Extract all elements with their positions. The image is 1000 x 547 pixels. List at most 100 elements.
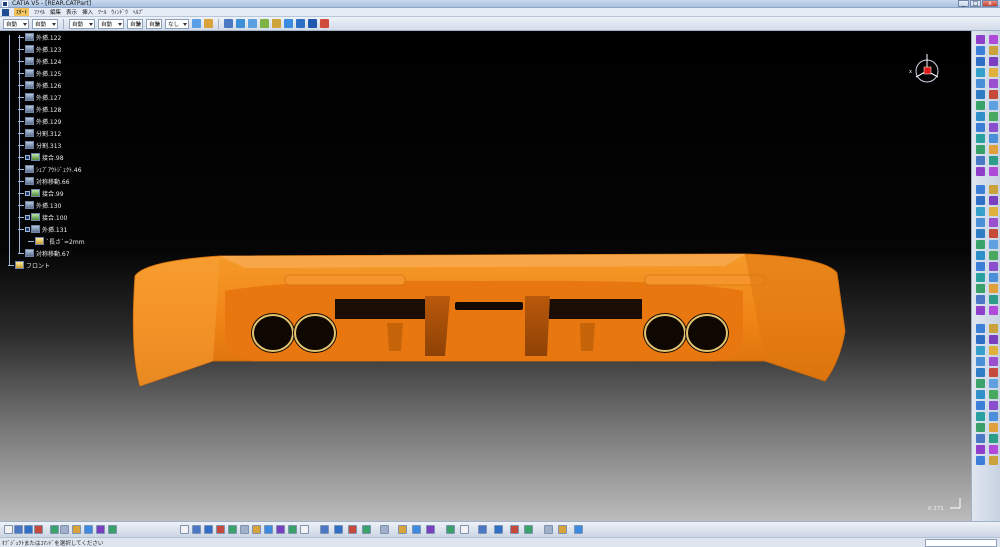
- tree-item[interactable]: 外挿.130: [18, 200, 61, 210]
- point-symbol-combo[interactable]: 自動: [127, 18, 143, 29]
- pad-icon[interactable]: [976, 35, 985, 44]
- pad-icon[interactable]: [976, 306, 985, 315]
- pocket-icon[interactable]: [989, 306, 998, 315]
- tree-item[interactable]: 外挿.128: [18, 104, 61, 114]
- sew-surface-icon[interactable]: [989, 412, 998, 421]
- menu-edit[interactable]: 編集: [50, 8, 61, 16]
- sew-surface-icon[interactable]: [989, 273, 998, 282]
- tree-item[interactable]: `長さ`=2mm: [28, 236, 85, 246]
- fly-mode-icon[interactable]: [574, 525, 583, 534]
- rib-icon[interactable]: [989, 57, 998, 66]
- close-surface-icon[interactable]: [976, 412, 985, 421]
- edge-fillet-icon[interactable]: [976, 368, 985, 377]
- thread-icon[interactable]: [989, 251, 998, 260]
- point-icon[interactable]: [224, 19, 233, 28]
- thread-icon[interactable]: [989, 390, 998, 399]
- cut-icon[interactable]: [478, 525, 487, 534]
- loft-icon[interactable]: [976, 218, 985, 227]
- tree-expander-icon[interactable]: [25, 226, 30, 232]
- tree-item[interactable]: 外挿.127: [18, 92, 61, 102]
- redo-icon[interactable]: [96, 525, 105, 534]
- plane-tool-icon[interactable]: [296, 19, 305, 28]
- removed-loft-icon[interactable]: [989, 357, 998, 366]
- rotate-icon[interactable]: [989, 284, 998, 293]
- stiffener-icon[interactable]: [989, 207, 998, 216]
- tree-item[interactable]: 対称移動.67: [18, 248, 70, 258]
- thickness-icon[interactable]: [976, 251, 985, 260]
- shell-icon[interactable]: [989, 240, 998, 249]
- groove-icon[interactable]: [989, 46, 998, 55]
- tree-expander-icon[interactable]: [25, 214, 30, 220]
- tree-item[interactable]: 分割.312: [18, 128, 61, 138]
- tree-item[interactable]: 外挿.131: [18, 224, 67, 234]
- groove-icon[interactable]: [989, 185, 998, 194]
- tree-expander-icon[interactable]: [25, 154, 30, 160]
- stiffener-icon[interactable]: [989, 346, 998, 355]
- menu-start[interactable]: ｽﾀｰﾄ: [14, 8, 30, 16]
- zoom-out-icon[interactable]: [240, 525, 249, 534]
- tree-item[interactable]: 外挿.122: [18, 32, 61, 42]
- layer-combo[interactable]: 自動: [146, 18, 162, 29]
- pad-icon[interactable]: [976, 445, 985, 454]
- shell-icon[interactable]: [989, 101, 998, 110]
- edge-fillet-icon[interactable]: [976, 90, 985, 99]
- spline-icon[interactable]: [248, 19, 257, 28]
- copy-icon[interactable]: [494, 525, 503, 534]
- loft-icon[interactable]: [976, 357, 985, 366]
- split-tool-icon[interactable]: [976, 401, 985, 410]
- paste-icon[interactable]: [72, 525, 81, 534]
- translate-icon[interactable]: [976, 145, 985, 154]
- print-icon[interactable]: [460, 525, 469, 534]
- rendering-style-combo[interactable]: なし: [165, 18, 189, 29]
- compass-icon[interactable]: x: [905, 51, 945, 91]
- table-icon[interactable]: [398, 525, 407, 534]
- pattern-icon[interactable]: [989, 156, 998, 165]
- sketch-icon[interactable]: [272, 19, 281, 28]
- redo-icon[interactable]: [544, 525, 553, 534]
- menu-view[interactable]: 表示: [66, 8, 77, 16]
- tree-item[interactable]: 外挿.124: [18, 56, 61, 66]
- rib-icon[interactable]: [989, 196, 998, 205]
- pad-icon[interactable]: [976, 167, 985, 176]
- pattern-icon[interactable]: [989, 295, 998, 304]
- menu-window[interactable]: ｳｨﾝﾄﾞｳ: [111, 8, 128, 16]
- chamfer-icon[interactable]: [989, 90, 998, 99]
- tree-expander-icon[interactable]: [25, 190, 30, 196]
- fly-mode-icon[interactable]: [180, 525, 189, 534]
- catia-app-icon[interactable]: [2, 1, 8, 7]
- undo-icon[interactable]: [84, 525, 93, 534]
- menu-insert[interactable]: 挿入: [82, 8, 93, 16]
- shaft-icon[interactable]: [976, 185, 985, 194]
- 3d-viewport[interactable]: 外挿.122 外挿.123 外挿.124 外挿.125 外挿.126 外挿.127 外挿.1…: [0, 31, 971, 521]
- rotate-icon[interactable]: [989, 423, 998, 432]
- close-button[interactable]: x: [982, 0, 998, 7]
- menu-tools[interactable]: ﾂｰﾙ: [98, 8, 106, 16]
- pocket-icon[interactable]: [989, 35, 998, 44]
- tree-item[interactable]: フロント: [8, 260, 50, 270]
- new-icon[interactable]: [4, 525, 13, 534]
- slot-icon[interactable]: [976, 68, 985, 77]
- rotate-icon[interactable]: [989, 145, 998, 154]
- translate-icon[interactable]: [976, 284, 985, 293]
- line-thickness-combo[interactable]: 自動: [69, 18, 95, 29]
- analysis-icon[interactable]: [362, 525, 371, 534]
- tree-item[interactable]: 外挿.129: [18, 116, 61, 126]
- surface-icon[interactable]: [260, 19, 269, 28]
- close-surface-icon[interactable]: [976, 273, 985, 282]
- stiffener-icon[interactable]: [989, 68, 998, 77]
- formula-icon[interactable]: [320, 525, 329, 534]
- format-painter-icon[interactable]: [192, 19, 201, 28]
- copy-icon[interactable]: [60, 525, 69, 534]
- save-icon[interactable]: [446, 525, 455, 534]
- close-surface-icon[interactable]: [976, 134, 985, 143]
- pocket-icon[interactable]: [989, 445, 998, 454]
- help-icon[interactable]: [558, 525, 567, 534]
- knowledge-icon[interactable]: [334, 525, 343, 534]
- tree-item[interactable]: 外挿.126: [18, 80, 61, 90]
- cut-icon[interactable]: [50, 525, 59, 534]
- color-combo[interactable]: 自動: [3, 18, 29, 29]
- slot-icon[interactable]: [976, 346, 985, 355]
- rotate-view-icon[interactable]: [216, 525, 225, 534]
- thick-surface-icon[interactable]: [989, 262, 998, 271]
- thick-surface-icon[interactable]: [989, 401, 998, 410]
